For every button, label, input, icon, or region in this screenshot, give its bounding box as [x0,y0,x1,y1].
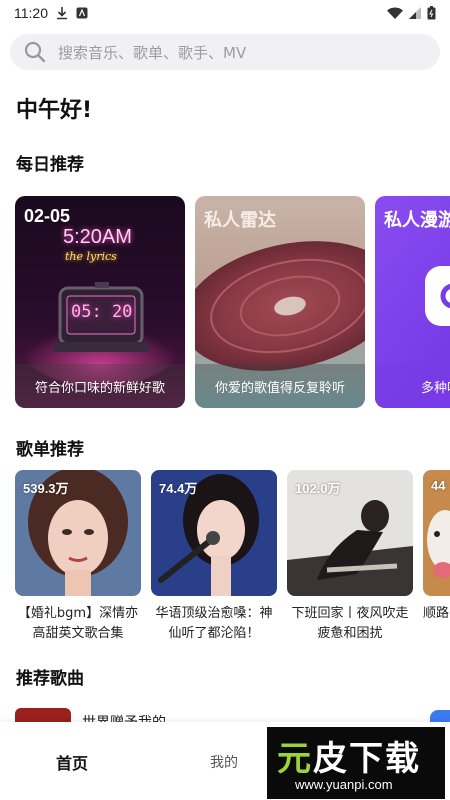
playlist-card[interactable]: 74.4万 华语顶级治愈嗓：神仙听了都沦陷！ [151,470,277,644]
play-count: 539.3万 [23,481,69,496]
play-count: 74.4万 [159,481,198,496]
search-icon [24,41,46,63]
status-time: 11:20 [14,5,48,21]
playlist-title: 下班回家丨夜风吹走疲惫和困扰 [291,606,409,641]
playlist-cover: 102.0万 [287,470,413,596]
battery-icon [427,6,436,20]
playlist-title: 华语顶级治愈嗓：神仙听了都沦陷！ [155,606,273,641]
playlist-card[interactable]: 539.3万 【婚礼bgm】深情亦高甜英文歌合集 [15,470,141,644]
daily-card-private-radar[interactable]: 私人雷达 你爱的歌值得反复聆听 [195,196,365,408]
daily-card-caption: 符合你口味的新鲜好歌 [15,364,185,408]
daily-card-today[interactable]: 02-05 5:20AM the lyrics 05: 20 符合你口味的新鲜好… [15,196,185,408]
playlist-cover: 539.3万 [15,470,141,596]
clock-display-text: 05: 20 [71,302,133,322]
daily-recommend-row: 02-05 5:20AM the lyrics 05: 20 符合你口味的新鲜好… [15,196,450,410]
search-placeholder: 搜索音乐、歌单、歌手、MV [58,43,247,62]
playlist-title: 【婚礼bgm】深情亦高甜英文歌合集 [17,606,139,641]
playlist-cover: 44 [423,470,450,596]
neon-time-text: 5:20AM [63,226,132,248]
daily-card-private-roam[interactable]: 私人漫游 多种听歌模式 [375,196,450,408]
notification-app-icon [76,7,88,19]
play-count: 44 [431,478,446,493]
play-count: 102.0万 [295,481,341,496]
playlist-row: 539.3万 【婚礼bgm】深情亦高甜英文歌合集 74.4万 华语顶级治愈嗓：神… [15,470,450,650]
neon-script-text: the lyrics [65,250,117,263]
signal-icon [409,7,421,19]
playlist-card[interactable]: 44 顺路 [423,470,450,644]
greeting-title: 中午好! [16,98,93,123]
nav-mine-tab[interactable]: 我的 [210,752,238,772]
wifi-icon [387,7,403,19]
daily-card-title: 私人漫游 [384,210,450,230]
daily-section-title: 每日推荐 [16,155,84,175]
nav-home-tab[interactable]: 首页 [56,750,88,774]
songs-section-title: 推荐歌曲 [16,669,84,689]
daily-card-caption: 多种听歌模式 [375,364,450,408]
playlist-card[interactable]: 102.0万 下班回家丨夜风吹走疲惫和困扰 [287,470,413,644]
playlist-cover: 74.4万 [151,470,277,596]
status-bar: 11:20 [0,0,450,26]
playlist-section-title: 歌单推荐 [16,440,84,460]
search-bar[interactable]: 搜索音乐、歌单、歌手、MV [10,34,440,70]
daily-card-date: 02-05 [24,206,71,226]
daily-card-caption: 你爱的歌值得反复聆听 [195,364,365,408]
watermark-logo: 元皮下载 www.yuanpi.com [267,727,445,799]
daily-card-title: 私人雷达 [204,210,276,230]
download-icon [56,6,68,20]
playlist-title: 顺路 [423,606,450,621]
